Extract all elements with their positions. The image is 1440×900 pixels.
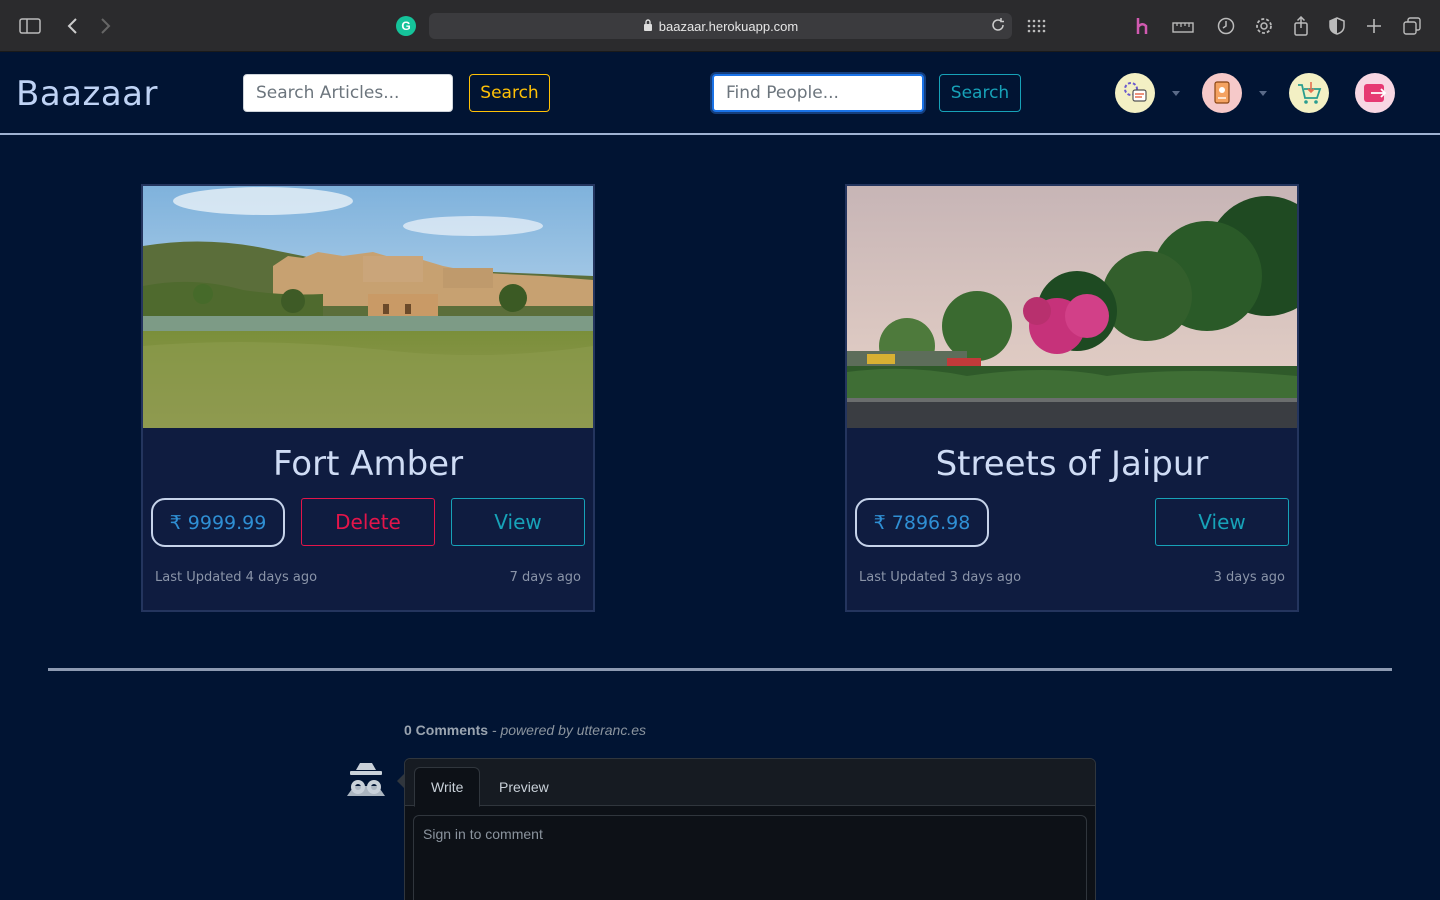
- price-button[interactable]: ₹ 9999.99: [151, 498, 285, 547]
- privacy-shield-icon[interactable]: [1325, 14, 1349, 38]
- article-image-fort-amber[interactable]: [143, 186, 593, 428]
- url-text: baazaar.herokuapp.com: [658, 18, 799, 34]
- notebook-dropdown-caret-icon[interactable]: [1259, 91, 1267, 96]
- grammarly-extension-icon[interactable]: G: [396, 16, 416, 36]
- profile-dropdown-caret-icon[interactable]: [1172, 91, 1180, 96]
- new-tab-plus-icon[interactable]: [1362, 14, 1386, 38]
- created-time-text: 7 days ago: [509, 570, 581, 585]
- anonymous-user-avatar-icon: [344, 760, 388, 800]
- comment-textarea[interactable]: Sign in to comment: [413, 815, 1087, 900]
- comments-header: 0 Comments - powered by utteranc.es: [404, 722, 646, 738]
- lock-icon: [643, 18, 653, 34]
- share-icon[interactable]: [1289, 14, 1313, 38]
- created-time-text: 3 days ago: [1213, 570, 1285, 585]
- app-navbar: Baazaar Search Search: [0, 52, 1440, 135]
- honey-extension-icon[interactable]: [1131, 14, 1155, 38]
- search-articles-input[interactable]: [243, 74, 453, 112]
- tab-overview-icon[interactable]: [1400, 14, 1424, 38]
- view-button[interactable]: View: [1155, 498, 1289, 546]
- article-title: Fort Amber: [272, 444, 464, 484]
- tab-write[interactable]: Write: [414, 767, 481, 807]
- grid-apps-icon[interactable]: [1024, 14, 1048, 38]
- article-card: Streets of Jaipur ₹ 7896.98 View Last Up…: [845, 184, 1299, 612]
- last-updated-text: Last Updated 3 days ago: [859, 570, 1022, 585]
- article-card: Fort Amber ₹ 9999.99 Delete View Last Up…: [141, 184, 595, 612]
- section-divider: [48, 668, 1392, 671]
- powered-by-link[interactable]: - powered by utteranc.es: [492, 722, 646, 738]
- forward-icon[interactable]: [94, 14, 118, 38]
- address-bar[interactable]: baazaar.herokuapp.com: [429, 13, 1012, 39]
- last-updated-text: Last Updated 4 days ago: [155, 570, 318, 585]
- profile-menu-icon[interactable]: [1115, 73, 1155, 113]
- back-icon[interactable]: [60, 14, 84, 38]
- reload-icon[interactable]: [990, 17, 1006, 36]
- find-people-input[interactable]: [712, 74, 924, 112]
- search-people-button[interactable]: Search: [939, 74, 1021, 112]
- history-icon[interactable]: [1214, 14, 1238, 38]
- settings-gear-icon[interactable]: [1252, 14, 1276, 38]
- delete-button[interactable]: Delete: [301, 498, 435, 546]
- cart-icon[interactable]: [1289, 73, 1329, 113]
- article-image-streets-of-jaipur[interactable]: [847, 186, 1297, 428]
- price-button[interactable]: ₹ 7896.98: [855, 498, 989, 547]
- article-title: Streets of Jaipur: [935, 444, 1209, 484]
- tab-preview[interactable]: Preview: [483, 767, 565, 807]
- comment-tabs: Write Preview: [405, 759, 1095, 807]
- logout-icon[interactable]: [1355, 73, 1395, 113]
- sidebar-toggle-icon[interactable]: [18, 14, 42, 38]
- ruler-extension-icon[interactable]: [1171, 14, 1195, 38]
- notebook-icon[interactable]: [1202, 73, 1242, 113]
- view-button[interactable]: View: [451, 498, 585, 546]
- brand-logo-text[interactable]: Baazaar: [16, 74, 158, 114]
- comments-count: 0 Comments: [404, 722, 489, 738]
- browser-toolbar: G baazaar.herokuapp.com: [0, 0, 1440, 52]
- comment-editor: Write Preview Sign in to comment: [397, 758, 1096, 900]
- search-articles-button[interactable]: Search: [469, 74, 550, 112]
